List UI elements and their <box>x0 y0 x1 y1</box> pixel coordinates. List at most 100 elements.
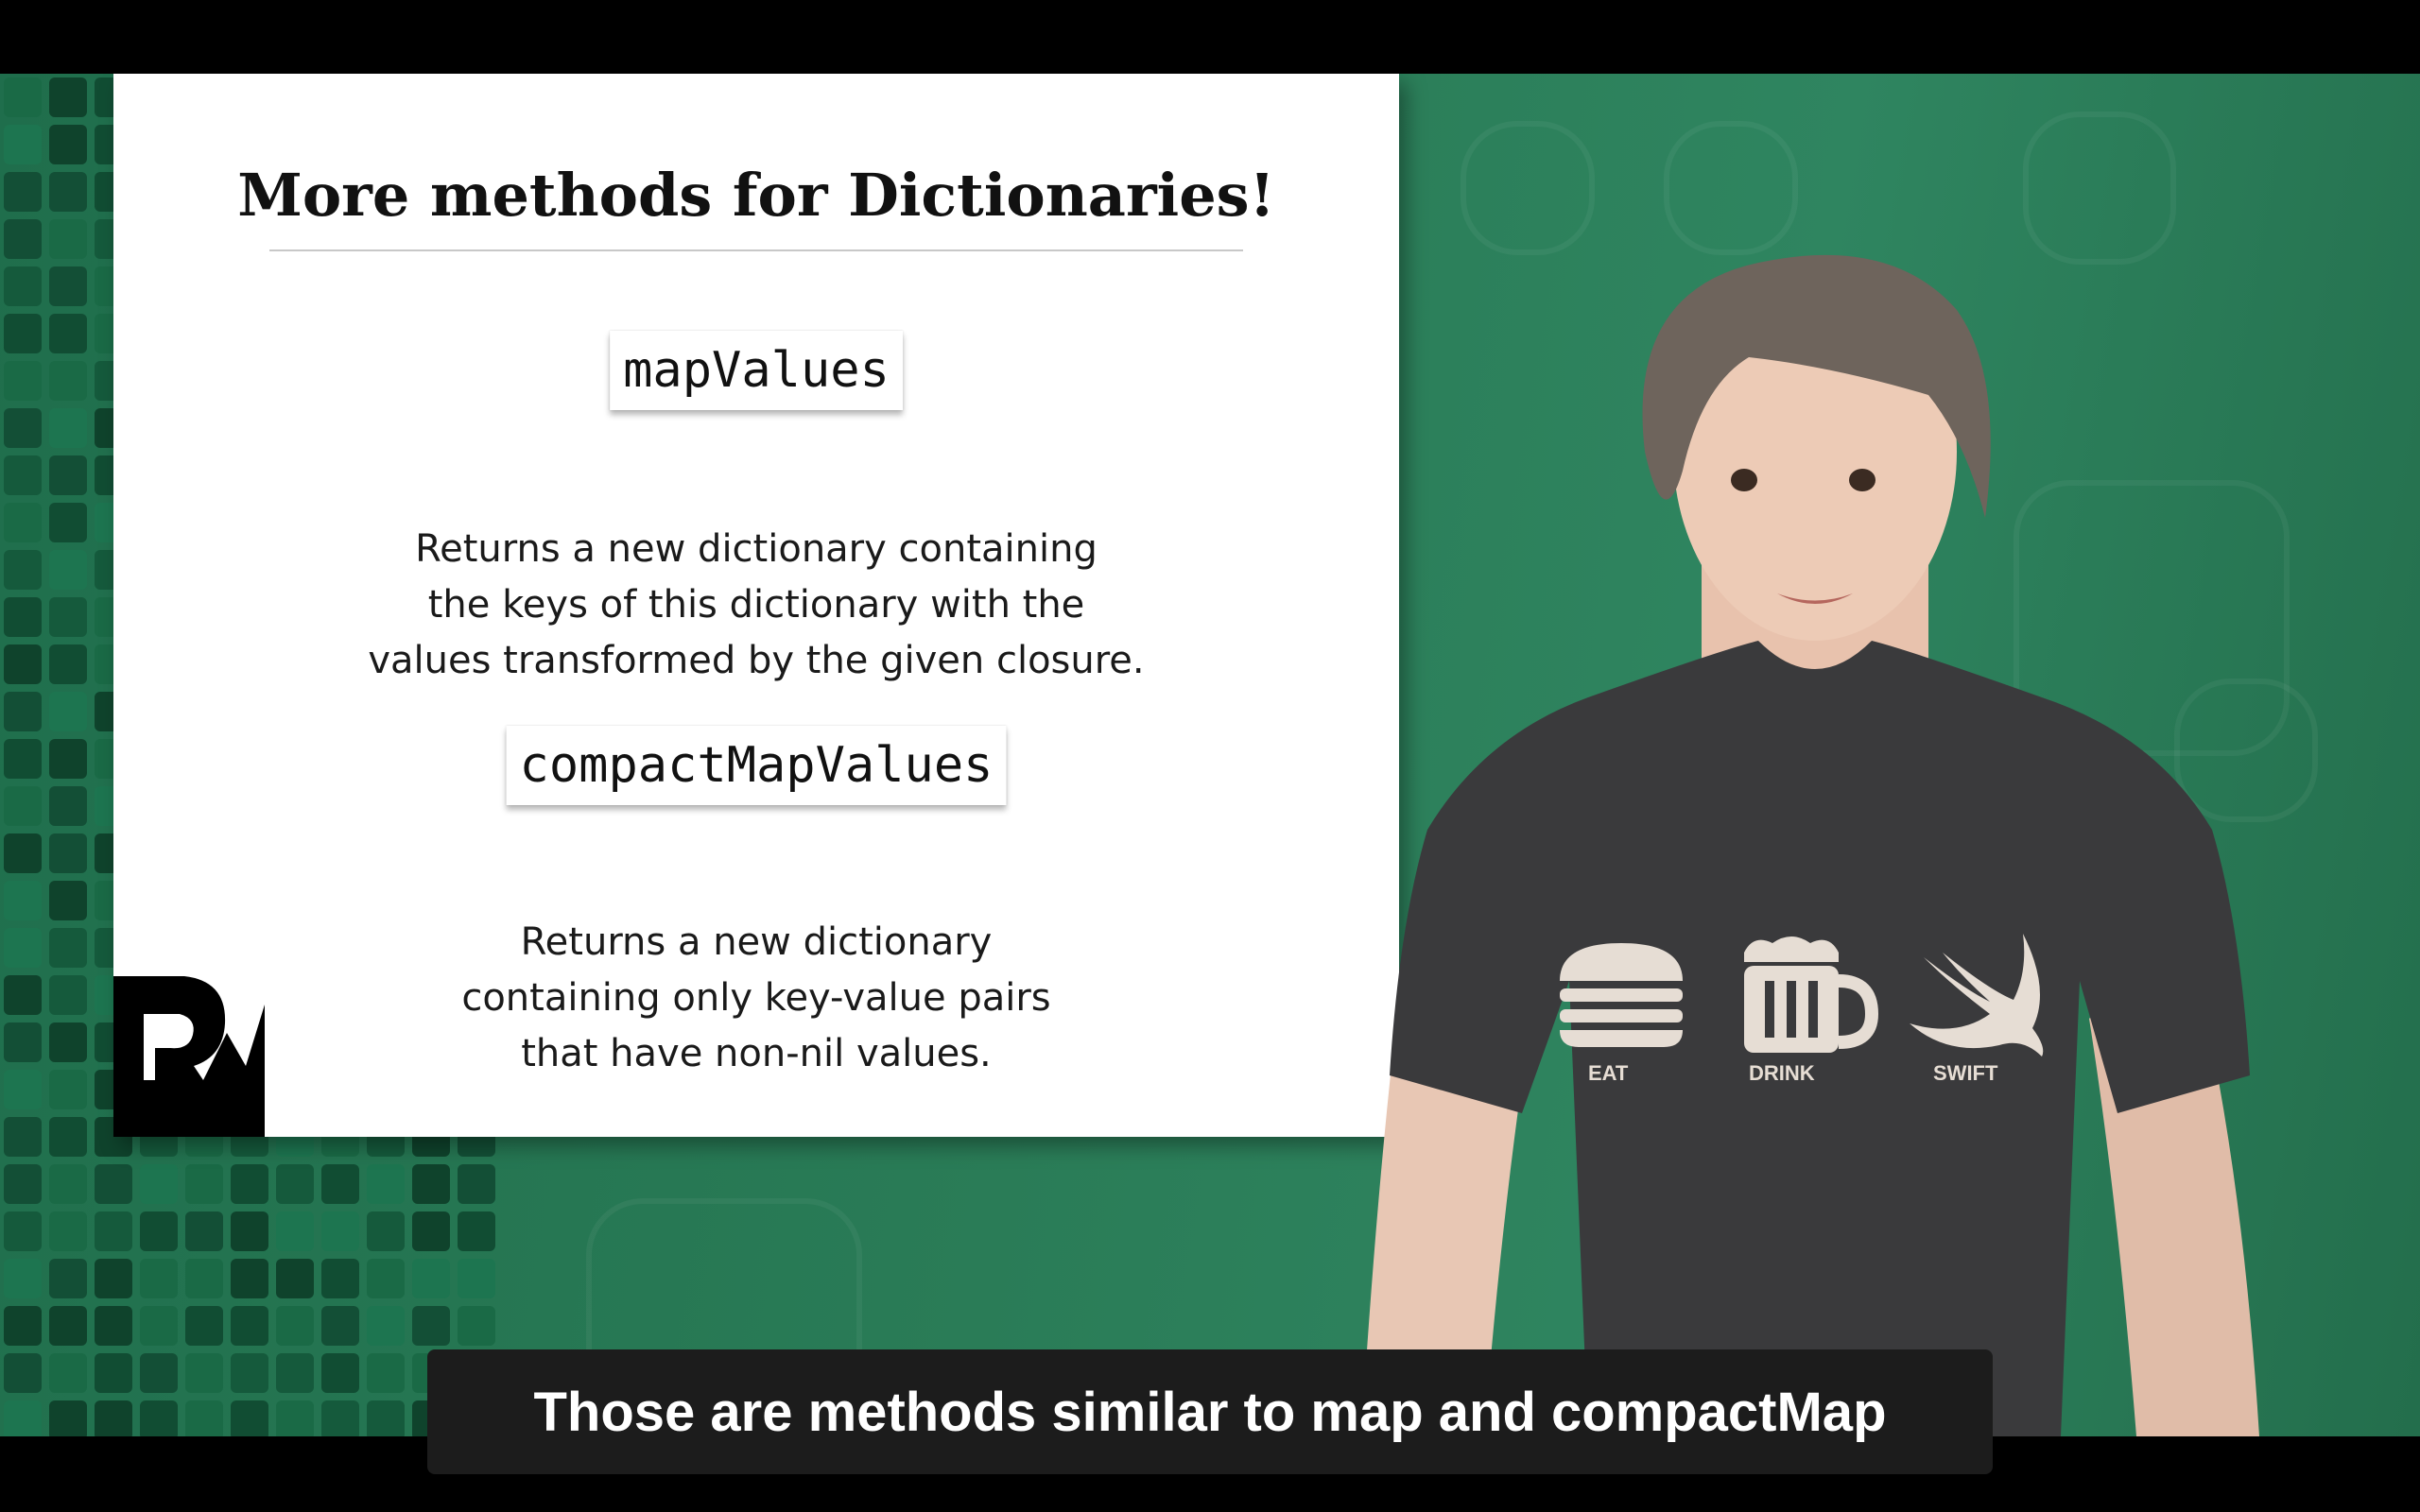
pattern-tile <box>321 1164 359 1204</box>
pattern-tile <box>185 1353 223 1393</box>
pattern-tile <box>95 1259 132 1298</box>
pattern-tile <box>4 408 42 448</box>
pattern-tile <box>49 455 87 495</box>
pattern-tile <box>49 739 87 779</box>
pattern-tile <box>49 503 87 542</box>
pattern-tile <box>4 1306 42 1346</box>
pattern-tile <box>231 1164 268 1204</box>
video-frame: More methods for Dictionaries! mapValues… <box>0 74 2420 1436</box>
pattern-tile <box>276 1164 314 1204</box>
pattern-tile <box>49 928 87 968</box>
method-description-mapvalues: Returns a new dictionary containing the … <box>113 522 1399 689</box>
pattern-tile <box>49 361 87 401</box>
pattern-tile <box>4 833 42 873</box>
pattern-tile <box>276 1306 314 1346</box>
pattern-tile <box>49 1259 87 1298</box>
pattern-tile <box>49 408 87 448</box>
pattern-tile <box>4 1211 42 1251</box>
pattern-tile <box>4 266 42 306</box>
pattern-tile <box>95 1353 132 1393</box>
pattern-tile <box>367 1259 405 1298</box>
shirt-label-eat: EAT <box>1588 1061 1629 1085</box>
pattern-tile <box>4 1400 42 1436</box>
description-line: that have non-nil values. <box>521 1032 992 1075</box>
pattern-tile <box>49 1164 87 1204</box>
shirt-label-drink: DRINK <box>1749 1061 1815 1085</box>
pattern-tile <box>49 266 87 306</box>
pattern-tile <box>49 1070 87 1109</box>
pattern-tile <box>367 1164 405 1204</box>
pattern-tile <box>458 1211 495 1251</box>
pattern-tile <box>4 77 42 117</box>
pattern-tile <box>49 172 87 212</box>
method-name-compactmapvalues: compactMapValues <box>506 726 1007 805</box>
pattern-tile <box>49 881 87 920</box>
pattern-tile <box>185 1164 223 1204</box>
pattern-tile <box>4 692 42 731</box>
pattern-tile <box>49 77 87 117</box>
pattern-tile <box>49 219 87 259</box>
pattern-tile <box>458 1306 495 1346</box>
pattern-tile <box>4 1022 42 1062</box>
pattern-tile <box>49 786 87 826</box>
pattern-tile <box>140 1306 178 1346</box>
pattern-tile <box>321 1400 359 1436</box>
pattern-tile <box>140 1164 178 1204</box>
description-line: the keys of this dictionary with the <box>427 583 1085 627</box>
pattern-tile <box>49 550 87 590</box>
pattern-tile <box>49 644 87 684</box>
pattern-tile <box>95 1306 132 1346</box>
pattern-tile <box>49 1306 87 1346</box>
pattern-tile <box>49 597 87 637</box>
pattern-tile <box>185 1211 223 1251</box>
pattern-tile <box>4 1117 42 1157</box>
pattern-tile <box>367 1353 405 1393</box>
title-divider <box>269 249 1243 251</box>
pattern-tile <box>49 692 87 731</box>
pattern-tile <box>4 1070 42 1109</box>
description-line: values transformed by the given closure. <box>368 639 1145 682</box>
pattern-tile <box>4 550 42 590</box>
pattern-tile <box>140 1353 178 1393</box>
pattern-tile <box>140 1259 178 1298</box>
description-line: Returns a new dictionary <box>520 920 993 964</box>
subtitle-caption: Those are methods similar to map and com… <box>427 1349 1993 1474</box>
pattern-tile <box>4 644 42 684</box>
pattern-tile <box>95 1164 132 1204</box>
pattern-tile <box>140 1211 178 1251</box>
pattern-tile <box>412 1211 450 1251</box>
pattern-tile <box>4 361 42 401</box>
pattern-tile <box>276 1259 314 1298</box>
pattern-tile <box>321 1211 359 1251</box>
pattern-tile <box>458 1259 495 1298</box>
pattern-tile <box>4 455 42 495</box>
pattern-tile <box>95 1400 132 1436</box>
pattern-tile <box>4 786 42 826</box>
burger-icon <box>1560 943 1683 1047</box>
slide-title: More methods for Dictionaries! <box>237 161 1275 230</box>
pattern-tile <box>458 1164 495 1204</box>
method-name-mapvalues: mapValues <box>610 331 903 410</box>
pattern-tile <box>49 1117 87 1157</box>
pattern-tile <box>49 975 87 1015</box>
pattern-tile <box>4 172 42 212</box>
pattern-tile <box>321 1306 359 1346</box>
pattern-tile <box>231 1353 268 1393</box>
pattern-tile <box>49 833 87 873</box>
pattern-tile <box>49 1353 87 1393</box>
pattern-tile <box>4 125 42 164</box>
pattern-tile <box>49 1211 87 1251</box>
pattern-tile <box>321 1259 359 1298</box>
pattern-tile <box>185 1306 223 1346</box>
pattern-tile <box>49 314 87 353</box>
presentation-slide: More methods for Dictionaries! mapValues… <box>113 74 1399 1137</box>
pattern-tile <box>4 1353 42 1393</box>
pattern-tile <box>4 1164 42 1204</box>
pattern-tile <box>367 1211 405 1251</box>
pattern-tile <box>367 1306 405 1346</box>
pattern-tile <box>4 314 42 353</box>
pattern-tile <box>4 597 42 637</box>
pattern-tile <box>321 1353 359 1393</box>
description-line: containing only key-value pairs <box>461 976 1051 1020</box>
pattern-tile <box>4 928 42 968</box>
